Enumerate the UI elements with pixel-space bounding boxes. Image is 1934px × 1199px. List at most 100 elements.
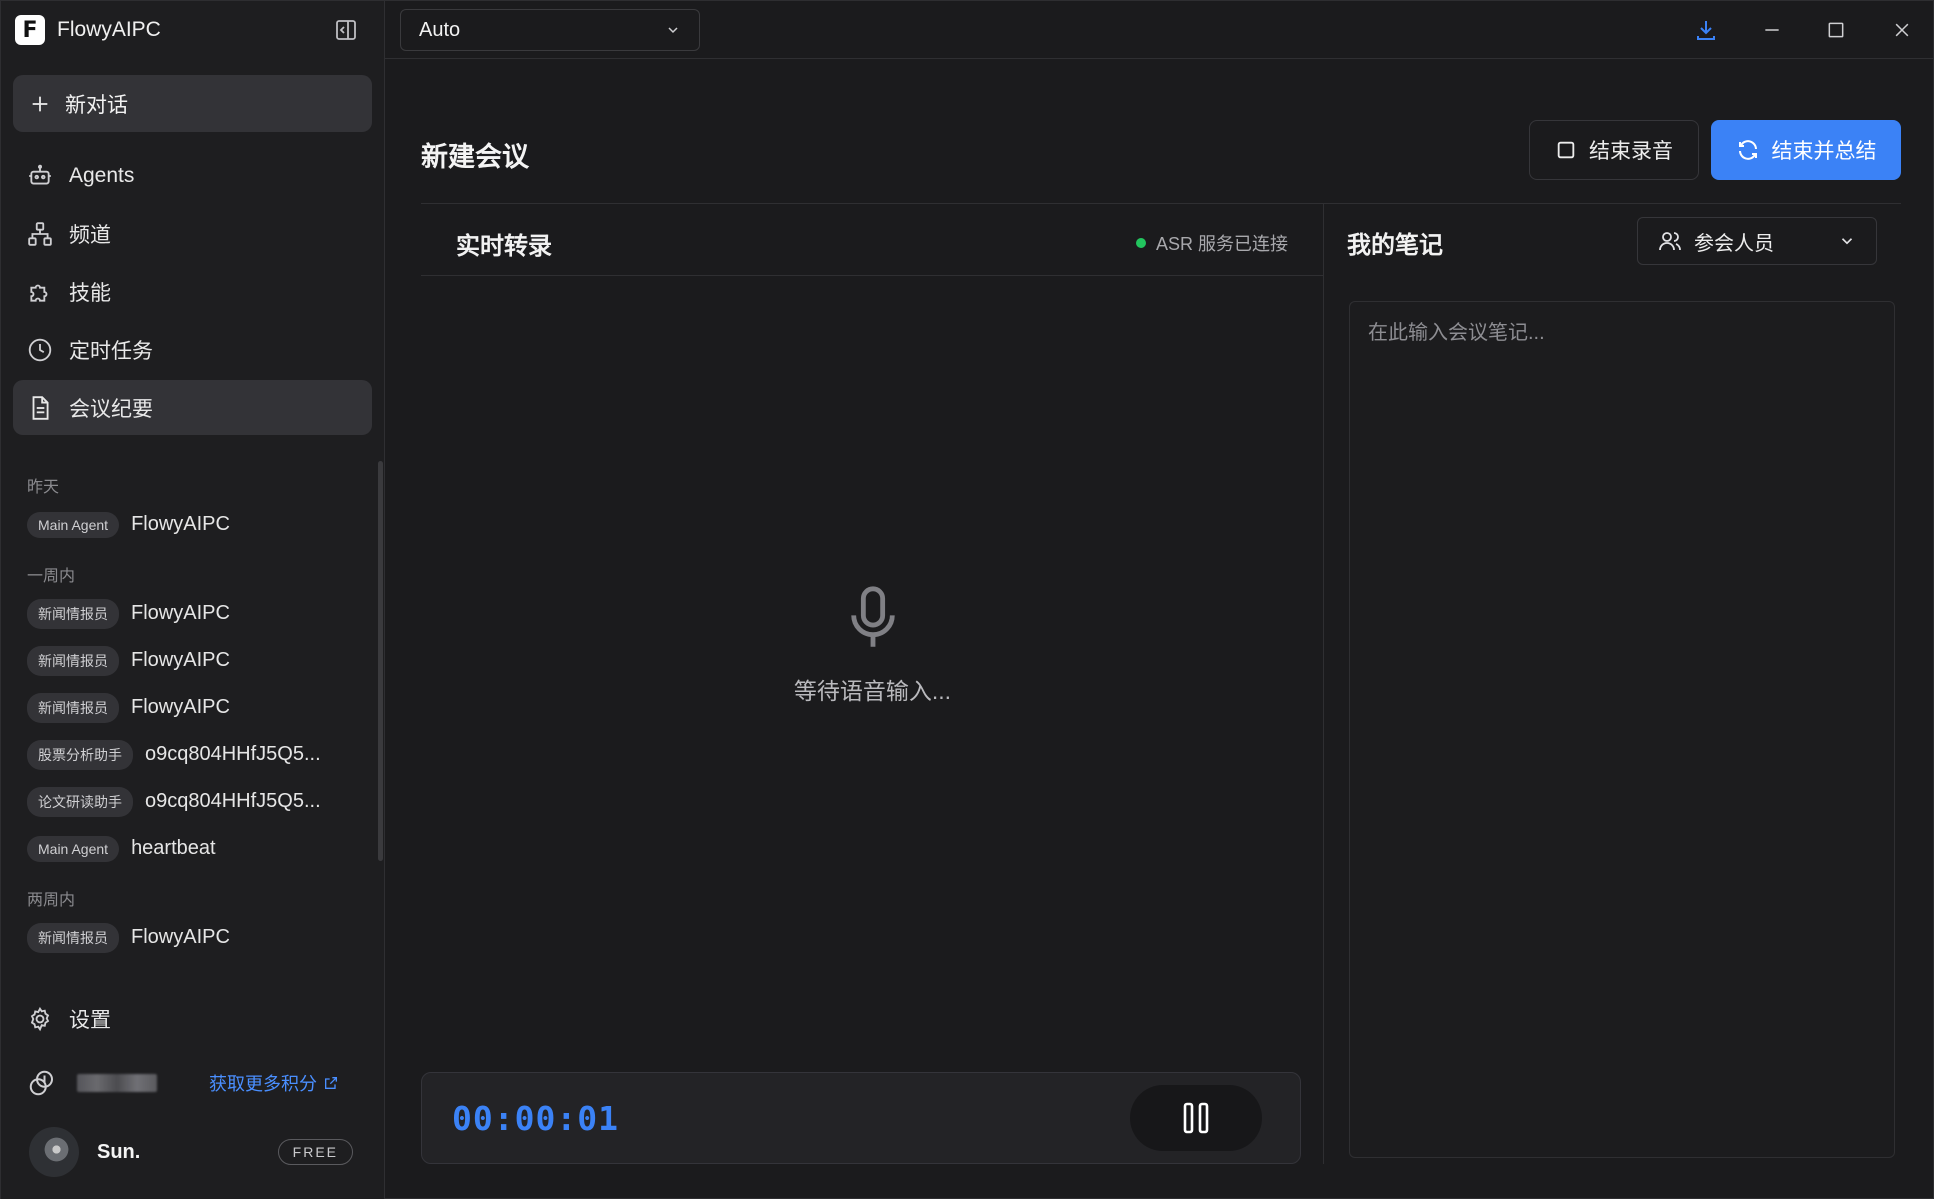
- settings-label: 设置: [69, 1009, 111, 1032]
- history-title: FlowyAIPC: [131, 602, 230, 624]
- sidebar-item-skills[interactable]: 技能: [13, 264, 372, 319]
- waiting-state: 等待语音输入...: [421, 584, 1324, 706]
- document-icon: [32, 395, 49, 420]
- sidebar-collapse-button[interactable]: [331, 15, 361, 45]
- history-item[interactable]: Main Agent FlowyAIPC: [27, 501, 367, 548]
- history-title: FlowyAIPC: [131, 649, 230, 671]
- history-group-title: 一周内: [27, 568, 76, 585]
- page-title: 新建会议: [421, 142, 529, 172]
- stop-recording-label: 结束录音: [1589, 140, 1673, 163]
- pause-button[interactable]: [1130, 1085, 1262, 1151]
- agent-tag: 新闻情报员: [27, 645, 119, 676]
- agent-tag: 新闻情报员: [27, 692, 119, 723]
- microphone-icon: [850, 586, 895, 647]
- maximize-button[interactable]: [1821, 15, 1851, 45]
- history-item[interactable]: 论文研读助手 o9cq804HHfJ5Q5...: [27, 778, 367, 825]
- credits-balance-redacted: [77, 1074, 157, 1092]
- model-select[interactable]: Auto: [400, 9, 700, 51]
- model-select-value: Auto: [419, 18, 461, 41]
- stop-recording-button[interactable]: 结束录音: [1529, 120, 1699, 180]
- sidebar-item-meeting-notes[interactable]: 会议纪要: [13, 380, 372, 435]
- user-profile[interactable]: Sun. FREE: [29, 1127, 359, 1177]
- history-item[interactable]: 股票分析助手 o9cq804HHfJ5Q5...: [27, 731, 367, 778]
- history-title: o9cq804HHfJ5Q5...: [145, 790, 321, 812]
- history-item[interactable]: 新闻情报员 FlowyAIPC: [27, 914, 367, 961]
- avatar[interactable]: [29, 1127, 79, 1177]
- new-chat-label: 新对话: [65, 93, 128, 117]
- plan-badge: FREE: [277, 1139, 353, 1165]
- agent-tag: 新闻情报员: [27, 598, 119, 629]
- credits-icon: [29, 1070, 53, 1096]
- get-more-credits-link[interactable]: 获取更多积分: [209, 1070, 339, 1096]
- plus-icon: [32, 96, 48, 111]
- transcript-header: 实时转录 ASR 服务已连接: [421, 204, 1324, 276]
- sidebar-item-agents[interactable]: Agents: [13, 148, 372, 203]
- history-title: o9cq804HHfJ5Q5...: [145, 743, 321, 765]
- history-item[interactable]: 新闻情报员 FlowyAIPC: [27, 590, 367, 637]
- brand: F FlowyAIPC: [15, 15, 161, 45]
- agent-tag: Main Agent: [27, 511, 120, 538]
- history-title: FlowyAIPC: [131, 696, 230, 718]
- meeting-page: 新建会议 结束录音 结束并总结 实时转录 ASR 服务已连接 等待语音输入...: [385, 59, 1934, 1199]
- panel-divider: [1323, 204, 1324, 1164]
- user-name: Sun.: [97, 1140, 141, 1163]
- history-title: heartbeat: [131, 837, 216, 859]
- end-and-summarize-label: 结束并总结: [1771, 140, 1877, 163]
- top-bar: Auto: [385, 1, 1934, 59]
- chevron-down-icon: [1841, 238, 1853, 245]
- sidebar-item-channels[interactable]: 频道: [13, 206, 372, 261]
- sidebar-item-label: 会议纪要: [69, 397, 153, 421]
- agent-tag: 新闻情报员: [27, 922, 119, 953]
- stop-square-icon: [1557, 141, 1575, 159]
- agent-tag: Main Agent: [27, 835, 120, 862]
- app-window: F FlowyAIPC 新对话 Agents 频道 技能 定时任务 会议纪要 昨…: [0, 0, 1934, 1199]
- history-group-title: 两周内: [27, 892, 76, 909]
- history-item[interactable]: 新闻情报员 FlowyAIPC: [27, 637, 367, 684]
- participants-label: 参会人员: [1694, 232, 1774, 255]
- maximize-icon: [1828, 22, 1844, 38]
- sidebar-item-scheduled-tasks[interactable]: 定时任务: [13, 322, 372, 377]
- refresh-icon: [1738, 140, 1757, 160]
- recording-timer: 00:00:01: [452, 1099, 619, 1138]
- waiting-text: 等待语音输入...: [793, 678, 952, 704]
- meeting-notes-input[interactable]: [1349, 301, 1895, 1158]
- puzzle-icon: [30, 284, 48, 302]
- sidebar-collapse-icon: [336, 20, 356, 40]
- transcript-title: 实时转录: [456, 233, 552, 260]
- history-title: FlowyAIPC: [131, 926, 230, 948]
- sidebar-nav: Agents 频道 技能 定时任务 会议纪要: [13, 148, 372, 438]
- clock-icon: [28, 338, 52, 361]
- status-dot: [1135, 238, 1146, 248]
- history-group-title: 昨天: [27, 479, 60, 496]
- external-link-icon: [325, 1077, 337, 1089]
- download-button[interactable]: [1691, 15, 1721, 45]
- asr-status-text: ASR 服务已连接: [1155, 234, 1288, 254]
- sidebar-item-label: 定时任务: [69, 339, 153, 363]
- history-item[interactable]: Main Agent heartbeat: [27, 825, 367, 872]
- pause-icon: [1183, 1102, 1209, 1134]
- sidebar-item-label: Agents: [69, 163, 135, 187]
- asr-status: ASR 服务已连接: [1135, 230, 1288, 256]
- recording-bar: 00:00:01: [421, 1072, 1301, 1164]
- channel-icon: [28, 221, 52, 246]
- get-more-credits-label: 获取更多积分: [209, 1074, 317, 1094]
- app-name: FlowyAIPC: [57, 18, 161, 41]
- sidebar-scrollbar[interactable]: [378, 461, 383, 861]
- minimize-icon: [1765, 29, 1779, 31]
- close-button[interactable]: [1887, 15, 1917, 45]
- sidebar-item-label: 技能: [69, 281, 111, 305]
- robot-icon: [29, 164, 51, 185]
- new-chat-button[interactable]: 新对话: [13, 75, 372, 132]
- notes-title: 我的笔记: [1347, 232, 1443, 259]
- chevron-down-icon: [668, 27, 678, 34]
- settings-button[interactable]: 设置: [27, 1001, 111, 1037]
- sidebar-item-label: 频道: [69, 223, 111, 247]
- history-item[interactable]: 新闻情报员 FlowyAIPC: [27, 684, 367, 731]
- minimize-button[interactable]: [1757, 15, 1787, 45]
- gear-icon: [30, 1006, 50, 1032]
- close-icon: [1895, 23, 1909, 37]
- participants-dropdown[interactable]: 参会人员: [1637, 217, 1877, 265]
- history-title: FlowyAIPC: [131, 513, 230, 535]
- end-and-summarize-button[interactable]: 结束并总结: [1711, 120, 1901, 180]
- download-icon: [1697, 21, 1715, 40]
